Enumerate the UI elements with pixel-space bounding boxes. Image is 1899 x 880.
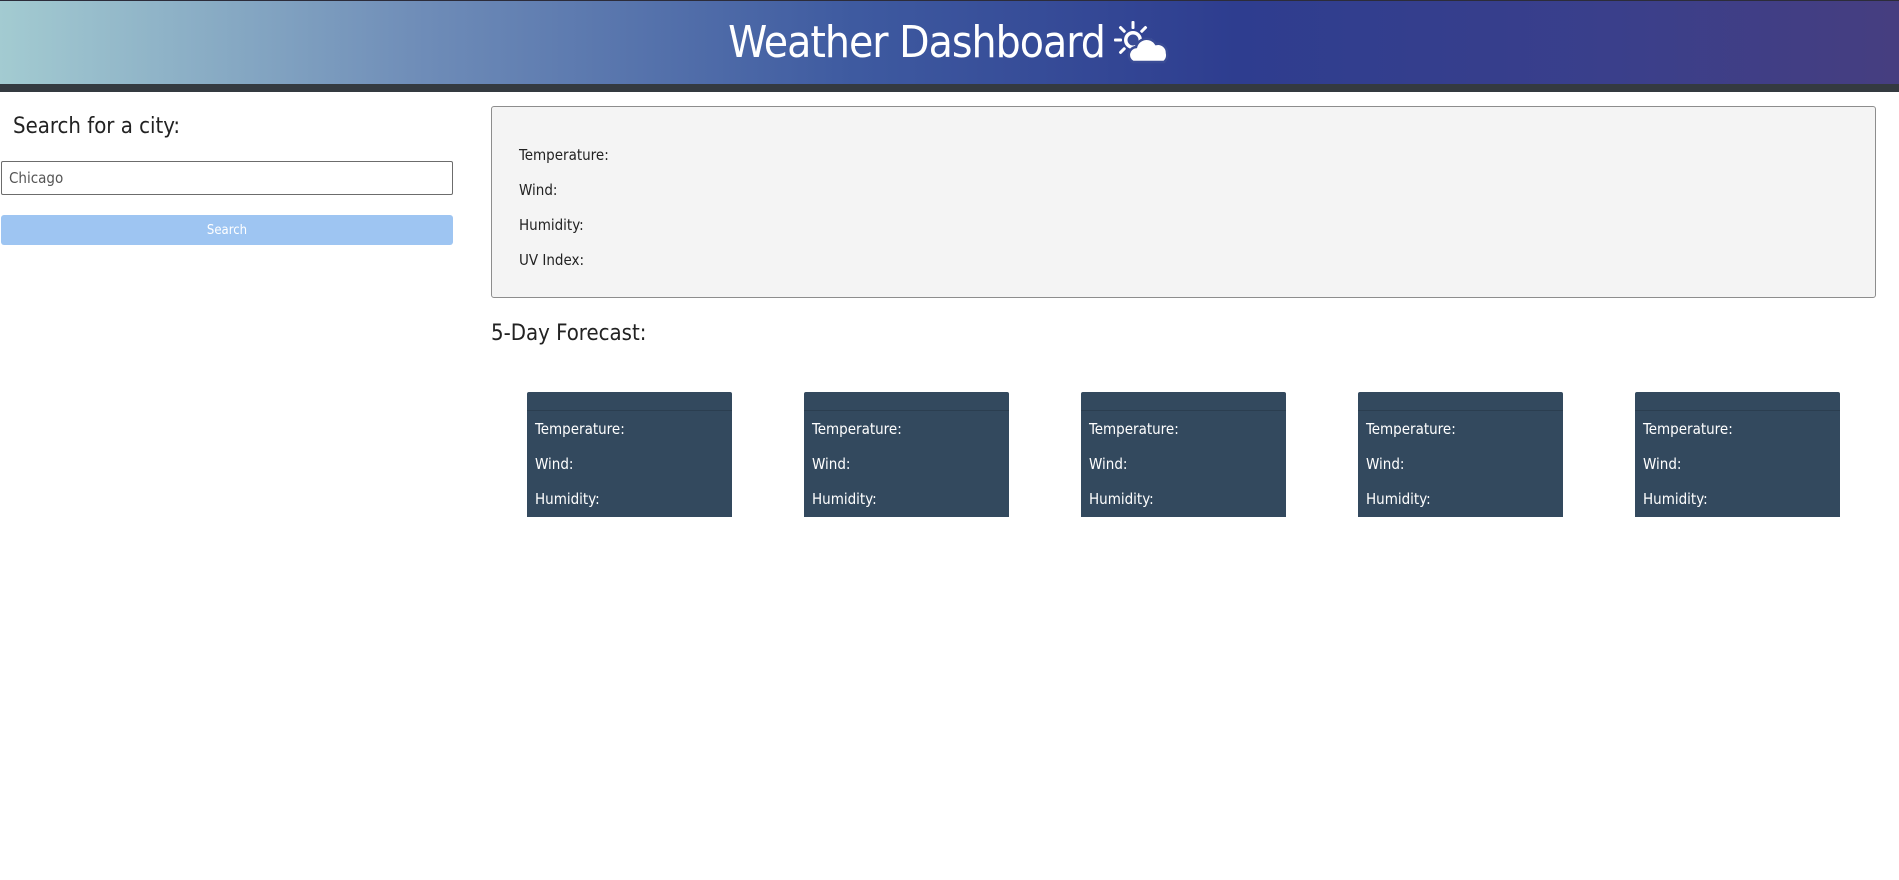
forecast-humidity: Humidity: — [1089, 490, 1154, 508]
forecast-wind: Wind: — [1643, 455, 1682, 473]
forecast-card: Temperature: Wind: Humidity: — [1635, 392, 1840, 517]
header-title-wrapper: Weather Dashboard — [0, 9, 1899, 75]
forecast-wind: Wind: — [535, 455, 574, 473]
forecast-card: Temperature: Wind: Humidity: — [804, 392, 1009, 517]
current-uv-index: UV Index: — [519, 251, 585, 269]
sun-behind-cloud-icon — [1111, 18, 1171, 68]
forecast-temperature: Temperature: — [1089, 420, 1179, 438]
search-button[interactable]: Search — [1, 215, 453, 245]
forecast-wind: Wind: — [1089, 455, 1128, 473]
forecast-temperature: Temperature: — [812, 420, 902, 438]
forecast-wind: Wind: — [812, 455, 851, 473]
current-weather-panel: Temperature: Wind: Humidity: UV Index: — [491, 106, 1876, 298]
current-wind: Wind: — [519, 181, 558, 199]
forecast-card-date — [1358, 392, 1563, 411]
current-humidity: Humidity: — [519, 216, 584, 234]
forecast-humidity: Humidity: — [1366, 490, 1431, 508]
forecast-humidity: Humidity: — [1643, 490, 1708, 508]
header-divider-bar — [0, 84, 1899, 92]
current-temperature: Temperature: — [519, 146, 609, 164]
forecast-heading: 5-Day Forecast: — [491, 321, 647, 346]
forecast-card-date — [527, 392, 732, 411]
forecast-card: Temperature: Wind: Humidity: — [527, 392, 732, 517]
forecast-card-date — [1635, 392, 1840, 411]
forecast-card-date — [804, 392, 1009, 411]
forecast-wind: Wind: — [1366, 455, 1405, 473]
forecast-temperature: Temperature: — [535, 420, 625, 438]
forecast-card: Temperature: Wind: Humidity: — [1081, 392, 1286, 517]
app-header: Weather Dashboard — [0, 0, 1899, 84]
forecast-temperature: Temperature: — [1643, 420, 1733, 438]
forecast-card: Temperature: Wind: Humidity: — [1358, 392, 1563, 517]
search-heading: Search for a city: — [13, 114, 181, 139]
city-search-input[interactable] — [1, 161, 453, 195]
forecast-humidity: Humidity: — [535, 490, 600, 508]
forecast-humidity: Humidity: — [812, 490, 877, 508]
forecast-card-date — [1081, 392, 1286, 411]
page-title: Weather Dashboard — [728, 17, 1106, 68]
forecast-temperature: Temperature: — [1366, 420, 1456, 438]
